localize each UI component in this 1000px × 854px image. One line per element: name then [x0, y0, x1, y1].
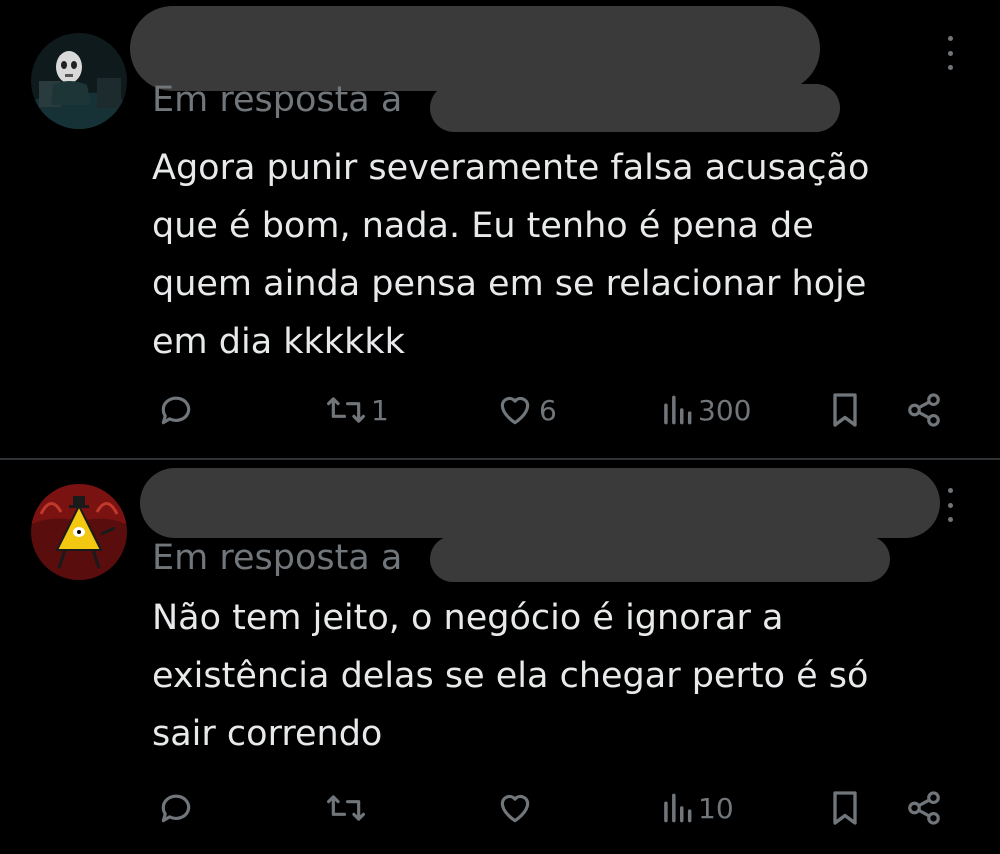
skull-mask-avatar-icon: [31, 33, 127, 129]
bookmark-button[interactable]: [828, 388, 862, 432]
action-bar: 1 6 300: [0, 388, 1000, 432]
tweet-1[interactable]: Em resposta a Agora punir severamente fa…: [0, 0, 1000, 458]
triangle-character-avatar-icon: [31, 484, 127, 580]
retweet-icon: [327, 397, 365, 423]
tweet-text-line: em dia kkkkkk: [152, 322, 405, 362]
tweet-2[interactable]: Em resposta a Não tem jeito, o negócio é…: [0, 460, 1000, 854]
like-icon: [500, 396, 530, 425]
tweet-text: Agora punir severamente falsa acusação q…: [152, 139, 972, 371]
views-icon: [664, 793, 692, 823]
action-bar: 10: [0, 786, 1000, 830]
views-count: 10: [698, 791, 734, 825]
reply-button[interactable]: [157, 388, 199, 432]
like-icon: [500, 794, 530, 823]
more-icon[interactable]: [940, 488, 960, 522]
bookmark-icon: [833, 393, 857, 427]
reply-to-label: Em resposta a: [152, 80, 403, 120]
retweet-button[interactable]: [325, 786, 371, 830]
share-button[interactable]: [905, 786, 943, 830]
tweet-text-line: Não tem jeito, o negócio é ignorar a: [152, 598, 784, 638]
bookmark-icon: [833, 791, 857, 825]
redacted-handle: [430, 84, 840, 132]
redacted-handle: [430, 536, 890, 582]
tweet-text-line: quem ainda pensa em se relacionar hoje: [152, 264, 867, 304]
like-button[interactable]: [495, 786, 539, 830]
reply-icon: [161, 794, 191, 823]
avatar[interactable]: [31, 484, 127, 580]
reply-button[interactable]: [157, 786, 199, 830]
like-count: 6: [539, 393, 557, 427]
reply-icon: [161, 396, 191, 425]
like-button[interactable]: 6: [495, 388, 557, 432]
tweet-text-line: existência delas se ela chegar perto é s…: [152, 656, 869, 696]
bookmark-button[interactable]: [828, 786, 862, 830]
retweet-button[interactable]: 1: [325, 388, 389, 432]
views-button[interactable]: 300: [660, 388, 751, 432]
redacted-name: [130, 6, 820, 91]
share-button[interactable]: [905, 388, 943, 432]
tweet-text: Não tem jeito, o negócio é ignorar a exi…: [152, 589, 972, 763]
views-button[interactable]: 10: [660, 786, 734, 830]
views-count: 300: [698, 393, 752, 427]
share-icon: [908, 791, 940, 825]
more-icon[interactable]: [940, 36, 960, 70]
tweet-text-line: que é bom, nada. Eu tenho é pena de: [152, 206, 814, 246]
tweet-text-line: Agora punir severamente falsa acusação: [152, 148, 870, 188]
avatar[interactable]: [31, 33, 127, 129]
reply-to-label: Em resposta a: [152, 538, 403, 578]
views-icon: [664, 395, 692, 425]
retweet-icon: [327, 795, 365, 821]
retweet-count: 1: [371, 393, 389, 427]
share-icon: [908, 393, 940, 427]
redacted-name: [140, 468, 940, 538]
tweet-text-line: sair correndo: [152, 714, 383, 754]
